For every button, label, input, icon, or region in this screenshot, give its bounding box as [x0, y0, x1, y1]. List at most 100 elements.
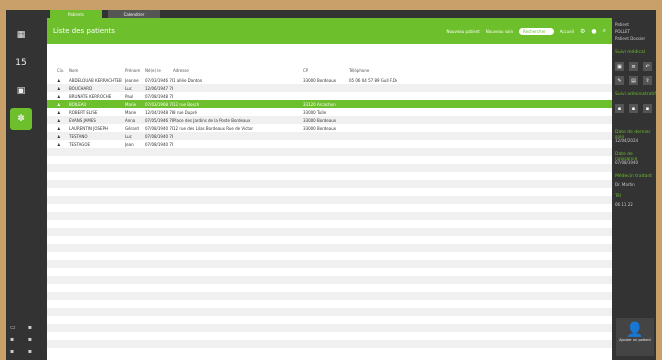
col-adresse[interactable]: Adresse	[173, 68, 303, 73]
main-panel: Liste des patients Nouveau patient Nouve…	[47, 18, 612, 360]
table-header: Civ. Nom Prénom Né(e) le Adresse CP Télé…	[57, 68, 602, 73]
col-nom[interactable]: Nom	[69, 68, 125, 73]
section-medical: Suivi médical	[615, 50, 646, 55]
tab-patients[interactable]: Patients	[50, 10, 102, 18]
patients-icon[interactable]: ✽	[10, 108, 32, 130]
share-icon[interactable]: ⇪	[643, 76, 652, 85]
add-user-icon: 👤	[626, 322, 644, 338]
cell-adresse: 8 rue Dupré	[173, 109, 197, 115]
medical-actions: ▣ ≡ ↶	[615, 62, 652, 71]
table-row[interactable]: ♟ BOUCHARD Luc 12/06/1947 78 ans	[47, 84, 612, 92]
cell-prenom: Jean	[125, 141, 134, 147]
cell-prenom: Gérard	[125, 125, 139, 131]
doc-icon[interactable]: ▤	[629, 76, 638, 85]
calendar-icon[interactable]: 15	[10, 52, 32, 74]
col-tel[interactable]: Téléphone	[349, 68, 397, 73]
col-cp[interactable]: CP	[303, 68, 349, 73]
table-row[interactable]: ♟ TESTAGOE Jean 07/08/1940 78 ans	[47, 140, 612, 148]
new-patient-button[interactable]: Nouveau patient	[446, 29, 479, 34]
settings-icon[interactable]: ⚙	[580, 28, 585, 35]
admin-icon-3[interactable]: ▪	[643, 104, 652, 113]
cell-cp: 33000 Tulle	[303, 109, 327, 115]
cell-naiss: 07/03/1946 78 ans	[145, 77, 173, 83]
rail-tools-2[interactable]: ▪ ▪	[10, 336, 32, 343]
person-icon: ♟	[57, 125, 61, 131]
search-icon[interactable]: ⌕	[603, 27, 606, 35]
table-row[interactable]: ♟ ROBERT ELISE Marie 12/04/1948 78 ans8 rue…	[47, 108, 612, 116]
cell-tel: 05 06 04 57 89 Gull F.De Brest	[349, 77, 397, 83]
empty-row	[47, 228, 612, 236]
table-row[interactable]: ♟ TESTANO Luc 07/08/1940 78 ans	[47, 132, 612, 140]
cell-naiss: 07/03/1968 78 ans	[145, 101, 173, 107]
cell-nom: LAURENTIN JOSEPH	[69, 125, 108, 131]
empty-row	[47, 156, 612, 164]
cell-naiss: 12/06/1947 78 ans	[145, 85, 173, 91]
add-patient-button[interactable]: 👤 Ajouter un patient	[616, 318, 654, 356]
cell-naiss: 07/08/1948 78 ans	[145, 93, 173, 99]
cell-nom: ABDELOUAB KERRACHTEB	[69, 77, 122, 83]
cell-prenom: Luc	[125, 133, 132, 139]
medical-actions-2: ✎ ▤ ⇪	[615, 76, 652, 85]
cell-nom: BOUCHARD	[69, 85, 93, 91]
cell-prenom: Paul	[125, 93, 134, 99]
person-icon: ♟	[57, 141, 61, 147]
cell-nom: TESTAGOE	[69, 141, 91, 147]
cell-nom: TESTANO	[69, 133, 88, 139]
home-button[interactable]: Accueil	[560, 29, 574, 34]
info4-label: Tél	[615, 194, 622, 199]
rail-tools-3[interactable]: ▪ ▪	[10, 348, 32, 355]
empty-row	[47, 260, 612, 268]
search-input[interactable]: Rechercher	[519, 27, 554, 35]
empty-row	[47, 188, 612, 196]
cell-naiss: 07/08/1940 78 ans	[145, 125, 173, 131]
cell-nom: EVANS JAMES	[69, 117, 96, 123]
empty-row	[47, 348, 612, 356]
person-icon: ♟	[57, 133, 61, 139]
cell-adresse: Place des Jardins de la Poste Bordeaux	[173, 117, 251, 123]
info4-value: 06 11 22	[615, 202, 633, 207]
empty-row	[47, 276, 612, 284]
user-icon[interactable]: ●	[591, 28, 596, 35]
empty-row	[47, 196, 612, 204]
empty-row	[47, 340, 612, 348]
col-prenom[interactable]: Prénom	[125, 68, 145, 73]
page-title: Liste des patients	[53, 27, 115, 35]
empty-row	[47, 220, 612, 228]
cell-cp: 33000 Bordeaux	[303, 77, 337, 83]
user-label: Patient	[615, 22, 629, 27]
empty-row	[47, 284, 612, 292]
admin-icon-2[interactable]: ▪	[629, 104, 638, 113]
table-row[interactable]: ♟ ABDELOUAB KERRACHTEBJeanne 07/03/1946 78…	[47, 76, 612, 84]
cell-cp: 33120 Arcachon	[303, 101, 336, 107]
new-care-button[interactable]: Nouveau soin	[486, 29, 513, 34]
cell-naiss: 07/08/1940 78 ans	[145, 133, 173, 139]
col-civ[interactable]: Civ.	[57, 68, 69, 73]
empty-row	[47, 164, 612, 172]
cell-prenom: Luc	[125, 85, 132, 91]
user-name: POLLET	[615, 29, 630, 34]
col-naiss[interactable]: Né(e) le	[145, 68, 173, 73]
back-icon[interactable]: ↶	[643, 62, 652, 71]
cell-prenom: Marie	[125, 101, 137, 107]
table-row[interactable]: ♟ LAURENTIN JOSEPH Gérard 07/08/1940 78 ans…	[47, 124, 612, 132]
grid-icon[interactable]: ▦	[10, 24, 32, 46]
cell-prenom: Jeanne	[125, 77, 139, 83]
section-admin: Suivi administratif	[615, 92, 656, 97]
left-rail: ▦ 15 ▣ ✽ ▭ ▪ ▪ ▪ ▪ ▪	[6, 18, 36, 360]
empty-row	[47, 204, 612, 212]
info3-label: Médecin traitant	[615, 174, 653, 179]
print-icon[interactable]: ▣	[615, 62, 624, 71]
inbox-icon[interactable]: ▣	[10, 80, 32, 102]
admin-actions: ▪ ▪ ▪	[615, 104, 652, 113]
admin-icon-1[interactable]: ▪	[615, 104, 624, 113]
edit-icon[interactable]: ✎	[615, 76, 624, 85]
table-row[interactable]: ♟ BRUNATE KERROCHE Paul 07/08/1948 78 ans	[47, 92, 612, 100]
table-row[interactable]: ♟ BOILEAU Marie 07/03/1968 78 ans12 rue Bos…	[47, 100, 612, 108]
patient-table: ♟ ABDELOUAB KERRACHTEBJeanne 07/03/1946 78…	[47, 76, 612, 356]
empty-row	[47, 324, 612, 332]
rail-tools-1[interactable]: ▭ ▪	[10, 324, 32, 331]
tab-calendar[interactable]: Calendrier	[108, 10, 160, 18]
table-row[interactable]: ♟ EVANS JAMES Anna 07/05/1946 78 ansPlace d…	[47, 116, 612, 124]
list-icon[interactable]: ≡	[629, 62, 638, 71]
cell-prenom: Marie	[125, 109, 137, 115]
